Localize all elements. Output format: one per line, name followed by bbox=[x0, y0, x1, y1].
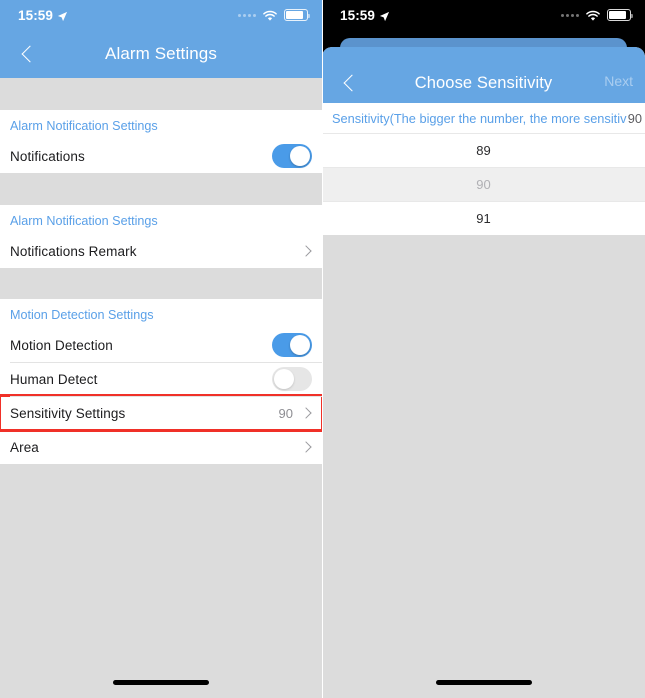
picker-header-value: 90 bbox=[627, 110, 642, 126]
row-accessory bbox=[300, 245, 312, 257]
status-bar-right: 15:59 bbox=[322, 0, 645, 30]
group-header-label: Alarm Notification Settings bbox=[0, 205, 322, 234]
battery-icon bbox=[607, 9, 634, 21]
row-sensitivity-settings[interactable]: Sensitivity Settings 90 bbox=[0, 394, 322, 432]
row-accessory: 90 bbox=[279, 406, 312, 421]
row-label: Motion Detection bbox=[10, 337, 113, 353]
wifi-icon bbox=[262, 9, 278, 21]
row-accessory bbox=[272, 367, 312, 391]
toggle-knob bbox=[290, 146, 310, 166]
chevron-right-icon bbox=[300, 441, 312, 453]
next-button[interactable]: Next bbox=[604, 73, 633, 89]
picker-option-91[interactable]: 91 bbox=[322, 201, 645, 235]
status-time-label: 15:59 bbox=[340, 7, 376, 23]
chevron-left-icon bbox=[21, 45, 39, 63]
row-human-detect[interactable]: Human Detect bbox=[0, 362, 322, 396]
wifi-icon bbox=[585, 9, 601, 21]
back-button[interactable] bbox=[334, 47, 370, 103]
row-label: Notifications bbox=[10, 148, 85, 164]
row-area[interactable]: Area bbox=[0, 430, 322, 464]
group-alarm-notification-remark: Alarm Notification Settings Notification… bbox=[0, 205, 322, 268]
row-label: Sensitivity Settings bbox=[10, 405, 126, 421]
status-bar-indicators bbox=[561, 9, 634, 21]
signal-dots-icon bbox=[561, 13, 579, 17]
row-notifications-remark[interactable]: Notifications Remark bbox=[0, 234, 322, 268]
group-header-label: Motion Detection Settings bbox=[0, 299, 322, 328]
row-accessory bbox=[272, 144, 312, 168]
modal-card-stack: Choose Sensitivity Next Sensitivity(The … bbox=[322, 30, 645, 698]
modal-body: Sensitivity(The bigger the number, the m… bbox=[322, 103, 645, 698]
battery-icon bbox=[284, 9, 311, 21]
chevron-right-icon bbox=[300, 245, 312, 257]
status-bar-left: 15:59 bbox=[0, 0, 322, 30]
signal-dots-icon bbox=[238, 13, 256, 17]
row-label: Human Detect bbox=[10, 371, 98, 387]
row-notifications[interactable]: Notifications bbox=[0, 139, 322, 173]
group-motion-detection-settings: Motion Detection Settings Motion Detecti… bbox=[0, 299, 322, 464]
status-time-label: 15:59 bbox=[18, 7, 54, 23]
group-alarm-notification-settings: Alarm Notification Settings Notification… bbox=[0, 110, 322, 173]
right-nav-bar: Choose Sensitivity Next bbox=[322, 47, 645, 103]
toggle-knob bbox=[290, 335, 310, 355]
status-bar-time-group: 15:59 bbox=[18, 8, 68, 23]
row-label: Area bbox=[10, 439, 39, 455]
group-header-label: Alarm Notification Settings bbox=[0, 110, 322, 139]
left-settings-content: Alarm Notification Settings Notification… bbox=[0, 78, 322, 698]
location-arrow-icon bbox=[379, 10, 390, 21]
page-title: Alarm Settings bbox=[105, 44, 217, 63]
picker-option-89[interactable]: 89 bbox=[322, 133, 645, 167]
modal-empty-area bbox=[322, 235, 645, 698]
status-bar-indicators bbox=[238, 9, 311, 21]
row-label: Notifications Remark bbox=[10, 243, 137, 259]
picker-option-90[interactable]: 90 bbox=[322, 167, 645, 201]
home-indicator-right bbox=[435, 680, 532, 685]
row-accessory bbox=[300, 441, 312, 453]
dual-screenshot-container: 15:59 Alarm Settings Alarm Notification … bbox=[0, 0, 645, 698]
motion-detection-toggle[interactable] bbox=[272, 333, 312, 357]
home-indicator-left bbox=[113, 680, 209, 685]
modal-title: Choose Sensitivity bbox=[414, 73, 553, 92]
left-nav-bar: Alarm Settings bbox=[0, 30, 322, 78]
back-button[interactable] bbox=[12, 30, 48, 78]
picker-header: Sensitivity(The bigger the number, the m… bbox=[322, 103, 645, 133]
human-detect-toggle[interactable] bbox=[272, 367, 312, 391]
section-gap bbox=[0, 173, 322, 205]
row-accessory bbox=[272, 333, 312, 357]
location-arrow-icon bbox=[57, 10, 68, 21]
screen-divider bbox=[322, 0, 323, 698]
chevron-left-icon bbox=[343, 74, 361, 92]
section-gap bbox=[0, 268, 322, 299]
sensitivity-options-list: 89 90 91 bbox=[322, 133, 645, 235]
section-gap bbox=[0, 78, 322, 110]
left-phone-screen: 15:59 Alarm Settings Alarm Notification … bbox=[0, 0, 322, 698]
picker-header-label: Sensitivity(The bigger the number, the m… bbox=[332, 110, 627, 126]
toggle-knob bbox=[274, 369, 294, 389]
sensitivity-value: 90 bbox=[278, 405, 293, 421]
choose-sensitivity-modal: Choose Sensitivity Next Sensitivity(The … bbox=[322, 47, 645, 698]
status-bar-time-group: 15:59 bbox=[340, 8, 390, 23]
right-phone-screen: 15:59 Choose Sensitivity Next Sensitivit… bbox=[322, 0, 645, 698]
row-motion-detection[interactable]: Motion Detection bbox=[0, 328, 322, 362]
chevron-right-icon bbox=[300, 407, 312, 419]
notifications-toggle[interactable] bbox=[272, 144, 312, 168]
